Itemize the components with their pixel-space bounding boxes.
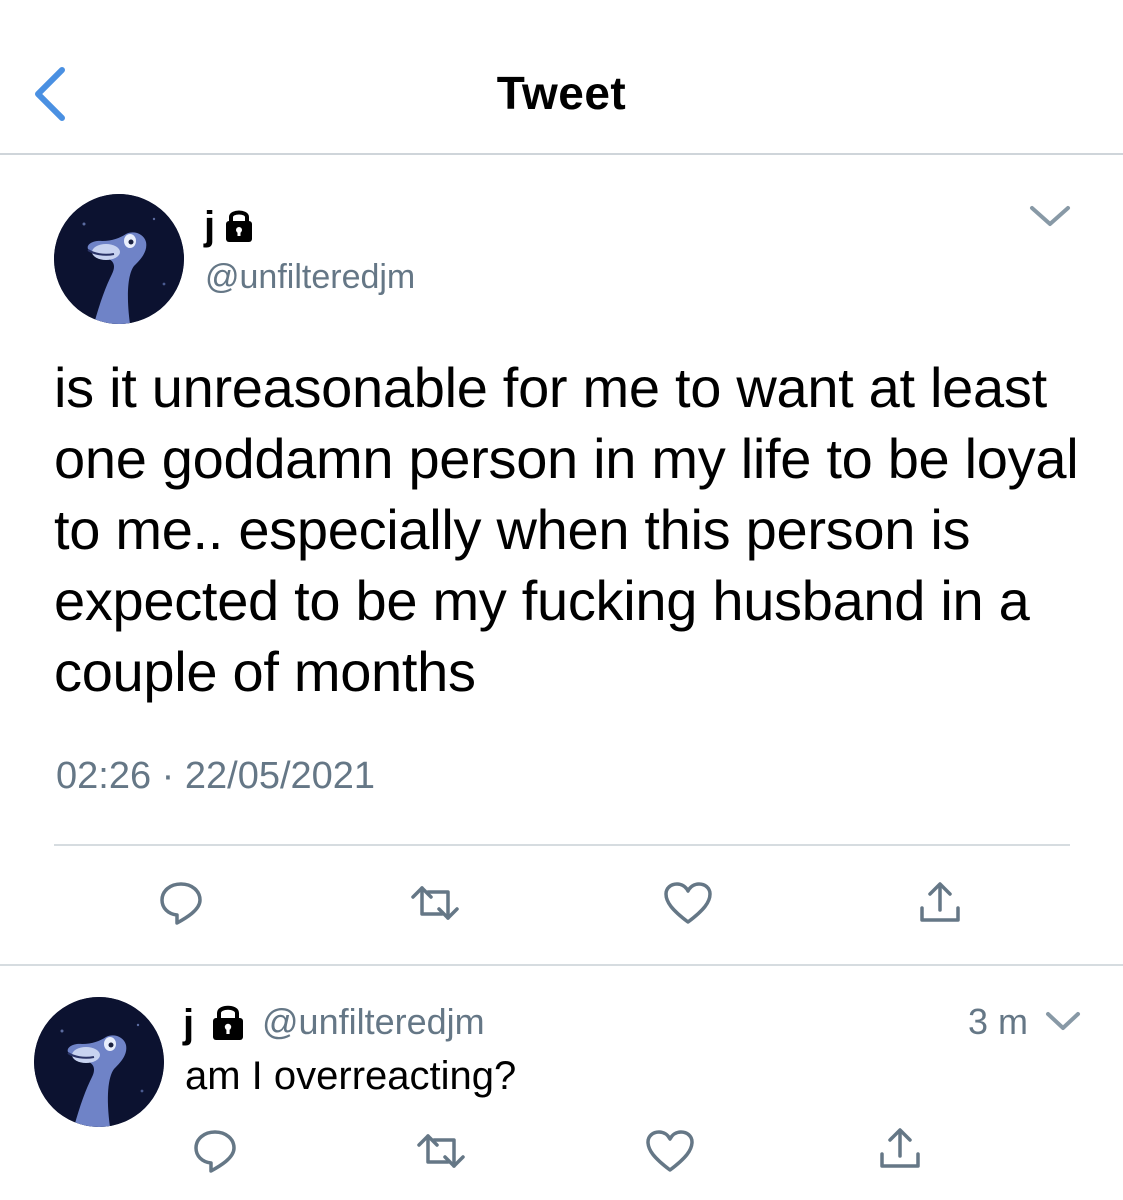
reply-retweet-button[interactable] [414,1128,468,1174]
retweet-icon [411,886,459,920]
avatar[interactable] [54,194,184,324]
avatar-image [54,194,184,324]
like-icon [646,1130,694,1172]
reply-button[interactable] [156,878,206,928]
reply-text: am I overreacting? [185,1054,517,1098]
page-title: Tweet [496,67,627,119]
retweet-icon [417,1134,465,1168]
tweet-date[interactable]: 22/05/2021 [185,755,375,797]
tweet-timestamp: 02:26 · 22/05/2021 [56,755,375,798]
reply-menu-button[interactable] [1043,1004,1083,1038]
retweet-button[interactable] [408,880,462,926]
like-button[interactable] [662,880,714,926]
chevron-down-icon [1030,206,1070,226]
actions-divider [54,844,1070,846]
reply-icon [194,1130,236,1173]
reply-author-handle[interactable]: @unfilteredjm [262,1001,485,1043]
share-icon [880,1128,920,1168]
avatar-image [34,997,164,1127]
tweet-time: 02:26 [56,755,152,797]
chevron-down-icon [1046,1012,1080,1030]
timestamp-separator: · [161,755,175,797]
author-handle[interactable]: @unfilteredjm [205,258,415,297]
share-icon [920,882,960,922]
lock-icon [213,1005,243,1040]
like-icon [664,882,712,924]
reply-icon [160,882,202,925]
reply-reply-button[interactable] [190,1126,240,1176]
author-display-name[interactable]: j [204,206,215,246]
lock-icon [226,210,252,242]
reply-timestamp: 3 m [968,1001,1029,1042]
tweet-text: is it unreasonable for me to want at lea… [54,356,1079,703]
reply-author-display-name[interactable]: j [183,1004,194,1044]
share-button[interactable] [916,880,964,926]
reply-divider [0,964,1123,966]
reply-like-button[interactable] [644,1128,696,1174]
navigation-bar: Tweet [0,0,1123,154]
header-divider [0,153,1123,155]
reply-avatar[interactable] [34,997,164,1127]
tweet-menu-button[interactable] [1026,196,1074,236]
reply-share-button[interactable] [876,1126,924,1172]
